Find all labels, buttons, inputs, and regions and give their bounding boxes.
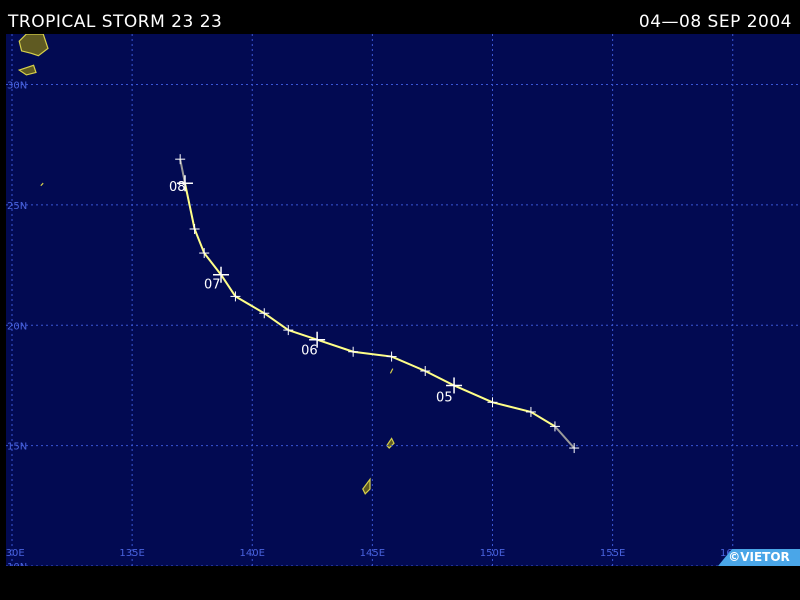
lon-label: 130E bbox=[6, 548, 25, 559]
storm-title: TROPICAL STORM 23 23 bbox=[8, 12, 223, 32]
credit-badge: ©VIETOR bbox=[718, 549, 800, 566]
day-label: 07 bbox=[204, 278, 221, 293]
lon-label: 140E bbox=[240, 548, 265, 559]
day-label: 06 bbox=[301, 344, 318, 359]
ocean-background bbox=[6, 34, 800, 566]
lat-label: 30N bbox=[7, 81, 27, 92]
lat-label: 15N bbox=[7, 442, 27, 453]
storm-track-map: 05060708 30N25N20N15N10N130E135E140E145E… bbox=[6, 34, 800, 566]
lon-label: 135E bbox=[119, 548, 144, 559]
lat-label: 25N bbox=[7, 201, 27, 212]
lat-label: 20N bbox=[7, 321, 27, 332]
lon-label: 155E bbox=[600, 548, 625, 559]
date-range: 04—08 SEP 2004 bbox=[638, 12, 792, 32]
lon-label: 145E bbox=[360, 548, 385, 559]
bottom-bar bbox=[0, 566, 800, 600]
lon-label: 150E bbox=[480, 548, 505, 559]
day-label: 05 bbox=[436, 390, 453, 405]
title-bar: TROPICAL STORM 23 23 04—08 SEP 2004 bbox=[0, 0, 800, 34]
day-label: 08 bbox=[169, 180, 186, 195]
